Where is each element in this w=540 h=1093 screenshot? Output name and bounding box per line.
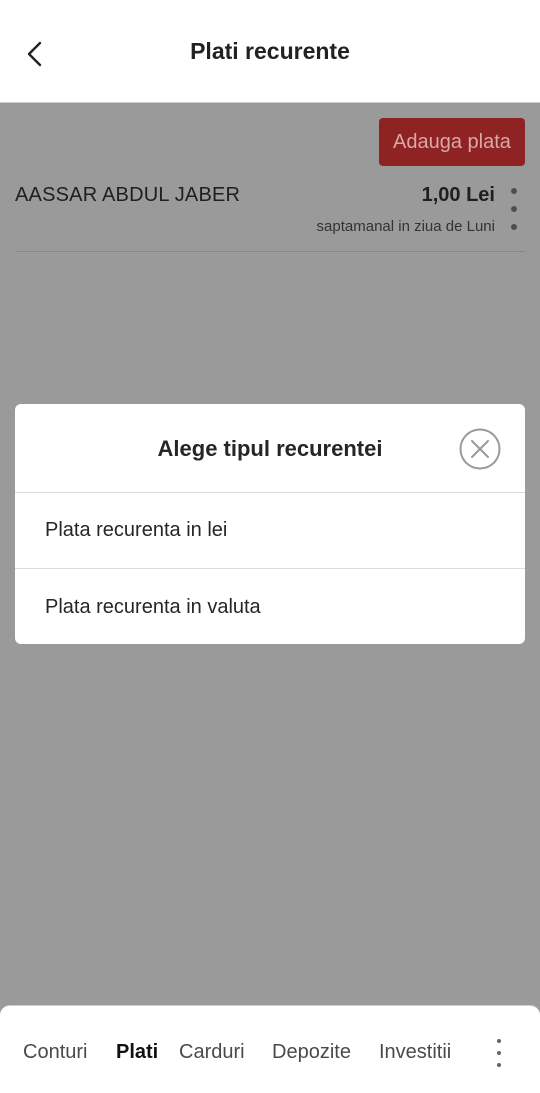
payment-frequency: saptamanal in ziua de Luni	[316, 218, 495, 235]
nav-item-investitii[interactable]: Investitii	[379, 1041, 451, 1064]
menu-dot	[497, 1063, 501, 1067]
app-header: Plati recurente	[0, 0, 540, 103]
menu-dot	[497, 1039, 501, 1043]
close-circle-icon	[459, 428, 501, 470]
menu-dot	[511, 188, 517, 194]
menu-dot	[497, 1051, 501, 1055]
dialog-title: Alege tipul recurentei	[157, 436, 383, 461]
add-payment-button[interactable]: Adauga plata	[379, 118, 525, 166]
menu-dot	[511, 224, 517, 230]
recurrence-type-dialog: Alege tipul recurentei Plata recurenta i…	[15, 404, 525, 644]
more-vertical-icon[interactable]	[507, 188, 521, 230]
page-title: Plati recurente	[190, 38, 350, 64]
nav-item-depozite[interactable]: Depozite	[272, 1041, 351, 1064]
close-button[interactable]	[459, 428, 501, 470]
menu-dot	[511, 206, 517, 212]
nav-item-carduri[interactable]: Carduri	[179, 1041, 245, 1064]
nav-item-conturi[interactable]: Conturi	[23, 1041, 87, 1064]
option-plata-valuta[interactable]: Plata recurenta in valuta	[15, 569, 525, 644]
bottom-navigation: Conturi Plati Carduri Depozite Investiti…	[0, 1005, 540, 1093]
option-label: Plata recurenta in valuta	[45, 595, 261, 618]
nav-item-plati[interactable]: Plati	[116, 1041, 158, 1064]
option-plata-lei[interactable]: Plata recurenta in lei	[15, 493, 525, 569]
recurring-payment-row[interactable]: AASSAR ABDUL JABER 1,00 Lei saptamanal i…	[15, 178, 525, 252]
payee-name: AASSAR ABDUL JABER	[15, 184, 241, 206]
payment-amount: 1,00 Lei	[421, 184, 495, 206]
more-vertical-icon[interactable]	[493, 1039, 505, 1067]
dialog-header: Alege tipul recurentei	[15, 404, 525, 493]
option-label: Plata recurenta in lei	[45, 519, 228, 541]
